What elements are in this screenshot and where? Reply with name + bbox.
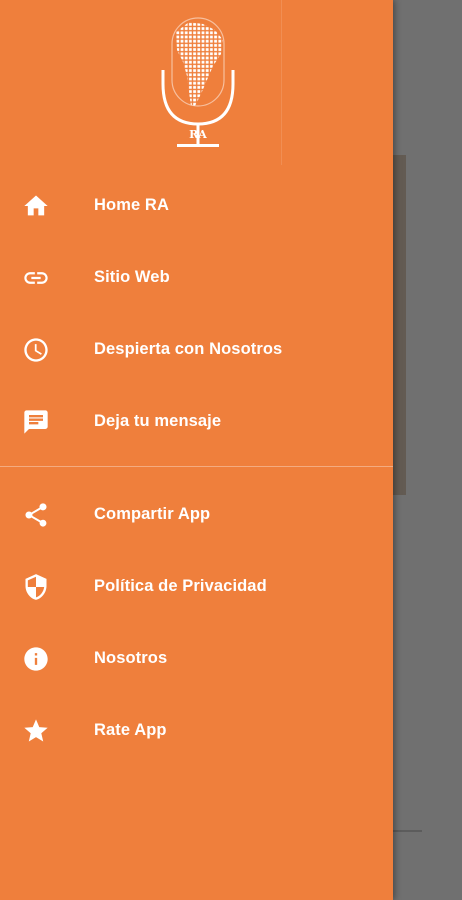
menu-item-label: Compartir App: [94, 505, 211, 523]
drawer-header: RA: [0, 0, 393, 170]
menu-item-label: Deja tu mensaje: [94, 412, 222, 430]
star-icon: [22, 717, 50, 745]
menu-item-share[interactable]: Compartir App: [0, 478, 393, 550]
microphone-south-america-icon: RA: [161, 17, 235, 147]
logo-text: RA: [189, 128, 207, 141]
share-icon: [22, 501, 50, 529]
menu-item-label: Política de Privacidad: [94, 577, 267, 595]
message-icon: [22, 408, 50, 436]
link-icon: [22, 264, 50, 292]
menu-item-privacy-policy[interactable]: Política de Privacidad: [0, 550, 393, 622]
clock-icon: [22, 336, 50, 364]
underlying-divider: [392, 830, 422, 832]
menu-item-label: Home RA: [94, 196, 169, 214]
header-divider: [281, 0, 282, 165]
menu-item-about[interactable]: Nosotros: [0, 622, 393, 694]
menu-item-rate-app[interactable]: Rate App: [0, 694, 393, 766]
menu-item-label: Nosotros: [94, 649, 168, 667]
menu-item-message[interactable]: Deja tu mensaje: [0, 385, 393, 457]
menu-divider: [0, 466, 393, 467]
menu-item-label: Despierta con Nosotros: [94, 340, 283, 358]
shield-icon: [22, 573, 50, 601]
info-icon: [22, 645, 50, 673]
menu-item-label: Sitio Web: [94, 268, 170, 286]
menu-item-wake-up[interactable]: Despierta con Nosotros: [0, 313, 393, 385]
menu-item-website[interactable]: Sitio Web: [0, 241, 393, 313]
navigation-drawer: RA Home RA Sitio Web Despierta con Nosot…: [0, 0, 393, 900]
menu-item-home[interactable]: Home RA: [0, 169, 393, 241]
menu-item-label: Rate App: [94, 721, 167, 739]
underlying-content: [392, 155, 406, 495]
home-icon: [22, 192, 50, 220]
